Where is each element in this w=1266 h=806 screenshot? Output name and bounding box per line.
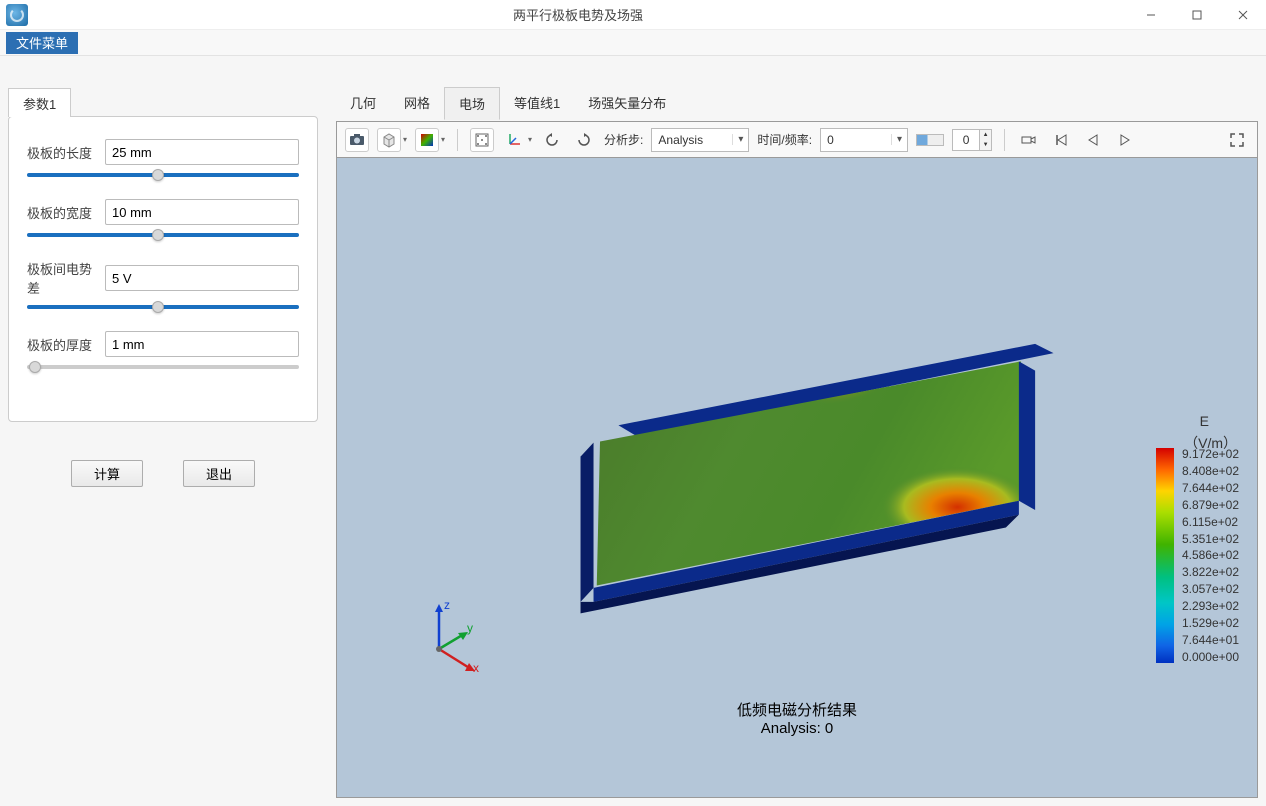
viewer-toolbar: ▾ ▾ ▾ 分析步: Analysis ▾ 时间/频率: 0 ▾: [337, 122, 1257, 158]
legend-value: 9.172e+02: [1182, 448, 1239, 460]
fullscreen-icon[interactable]: [1225, 128, 1249, 152]
cube-dropdown-icon[interactable]: ▾: [403, 135, 407, 144]
legend-value: 7.644e+01: [1182, 634, 1239, 646]
sidebar: 参数1 极板的长度 极板的宽度 极板间电势差: [8, 87, 318, 798]
footer-line2: Analysis: 0: [737, 720, 857, 737]
param-label: 极板间电势差: [27, 259, 99, 297]
chevron-down-icon: ▾: [732, 134, 748, 145]
param-1: 极板的宽度: [27, 199, 299, 237]
legend-title: E: [1200, 413, 1209, 429]
file-menu[interactable]: 文件菜单: [6, 32, 78, 54]
tab-等值线1[interactable]: 等值线1: [500, 87, 574, 120]
param-input[interactable]: [105, 139, 299, 165]
param-slider[interactable]: [27, 233, 299, 237]
separator: [1004, 129, 1005, 151]
legend-value: 3.057e+02: [1182, 583, 1239, 595]
param-slider[interactable]: [27, 365, 299, 369]
frame-stepper[interactable]: 0 ▲▼: [952, 129, 992, 151]
fit-view-icon[interactable]: [470, 128, 494, 152]
analysis-step-label: 分析步:: [604, 131, 643, 148]
axis-triad: z x y: [409, 594, 489, 677]
legend-value: 8.408e+02: [1182, 465, 1239, 477]
param-label: 极板的长度: [27, 143, 99, 162]
window-controls: [1128, 0, 1266, 30]
svg-text:z: z: [444, 598, 450, 612]
main-area: 几何网格电场等值线1场强矢量分布 ▾ ▾ ▾ 分析步: Analysis ▾: [336, 87, 1258, 798]
param-label: 极板的宽度: [27, 203, 99, 222]
minimize-button[interactable]: [1128, 0, 1174, 30]
legend-value: 2.293e+02: [1182, 600, 1239, 612]
calc-button[interactable]: 计算: [71, 460, 143, 487]
tab-场强矢量分布[interactable]: 场强矢量分布: [574, 87, 680, 120]
legend-value: 3.822e+02: [1182, 566, 1239, 578]
param-slider[interactable]: [27, 173, 299, 177]
snapshot-icon[interactable]: [345, 128, 369, 152]
param-slider[interactable]: [27, 305, 299, 309]
param-input[interactable]: [105, 331, 299, 357]
tab-电场[interactable]: 电场: [444, 87, 500, 120]
step-back-icon[interactable]: [1081, 128, 1105, 152]
param-2: 极板间电势差: [27, 259, 299, 309]
app-logo-icon: [6, 4, 28, 26]
colormap-icon[interactable]: [415, 128, 439, 152]
skip-start-icon[interactable]: [1049, 128, 1073, 152]
viewer-footer: 低频电磁分析结果 Analysis: 0: [737, 699, 857, 737]
maximize-button[interactable]: [1174, 0, 1220, 30]
rotate-cw-icon[interactable]: [572, 128, 596, 152]
params-panel: 极板的长度 极板的宽度 极板间电势差 极板的厚度: [8, 116, 318, 422]
cube-icon[interactable]: [377, 128, 401, 152]
tab-网格[interactable]: 网格: [390, 87, 444, 120]
rotate-ccw-icon[interactable]: [540, 128, 564, 152]
analysis-step-select[interactable]: Analysis ▾: [651, 128, 749, 152]
legend-value: 1.529e+02: [1182, 617, 1239, 629]
chevron-down-icon: ▾: [891, 134, 907, 145]
main-tabs: 几何网格电场等值线1场强矢量分布: [336, 87, 1258, 121]
viewer-frame: ▾ ▾ ▾ 分析步: Analysis ▾ 时间/频率: 0 ▾: [336, 121, 1258, 798]
time-freq-label: 时间/频率:: [757, 131, 812, 148]
legend-value: 5.351e+02: [1182, 533, 1239, 545]
legend-value: 6.115e+02: [1182, 516, 1239, 528]
play-icon[interactable]: [1113, 128, 1137, 152]
param-3: 极板的厚度: [27, 331, 299, 369]
sidebar-tabs: 参数1: [8, 87, 318, 116]
frame-value: 0: [952, 129, 980, 151]
sidebar-buttons: 计算 退出: [8, 460, 318, 487]
param-input[interactable]: [105, 199, 299, 225]
legend-value: 6.879e+02: [1182, 499, 1239, 511]
legend-values: 9.172e+02 8.408e+02 7.644e+02 6.879e+02 6.11…: [1182, 448, 1239, 663]
svg-text:y: y: [467, 621, 473, 635]
camera-icon[interactable]: [1017, 128, 1041, 152]
colormap-dropdown-icon[interactable]: ▾: [441, 135, 445, 144]
legend-value: 7.644e+02: [1182, 482, 1239, 494]
color-legend: 9.172e+02 8.408e+02 7.644e+02 6.879e+02 6.11…: [1156, 448, 1239, 663]
param-input[interactable]: [105, 265, 299, 291]
footer-line1: 低频电磁分析结果: [737, 699, 857, 720]
close-button[interactable]: [1220, 0, 1266, 30]
separator: [457, 129, 458, 151]
sidebar-tab-params1[interactable]: 参数1: [8, 88, 71, 117]
axes-xyz-icon[interactable]: [502, 128, 526, 152]
window-title: 两平行极板电势及场强: [28, 5, 1128, 24]
analysis-step-value: Analysis: [652, 133, 732, 147]
legend-value: 4.586e+02: [1182, 549, 1239, 561]
legend-value: 0.000e+00: [1182, 651, 1239, 663]
param-0: 极板的长度: [27, 139, 299, 177]
legend-colorbar: [1156, 448, 1174, 663]
progress-indicator: [916, 134, 944, 146]
tab-几何[interactable]: 几何: [336, 87, 390, 120]
svg-text:x: x: [473, 661, 479, 674]
view3d[interactable]: z x y E （V/m） 9.172e+028.408e+027.6: [337, 158, 1257, 797]
exit-button[interactable]: 退出: [183, 460, 255, 487]
workspace: 参数1 极板的长度 极板的宽度 极板间电势差: [0, 56, 1266, 806]
title-bar: 两平行极板电势及场强: [0, 0, 1266, 30]
param-label: 极板的厚度: [27, 335, 99, 354]
time-freq-select[interactable]: 0 ▾: [820, 128, 908, 152]
menu-bar: 文件菜单: [0, 30, 1266, 56]
frame-spin[interactable]: ▲▼: [980, 129, 992, 151]
time-freq-value: 0: [821, 133, 891, 147]
axes-dropdown-icon[interactable]: ▾: [528, 135, 532, 144]
